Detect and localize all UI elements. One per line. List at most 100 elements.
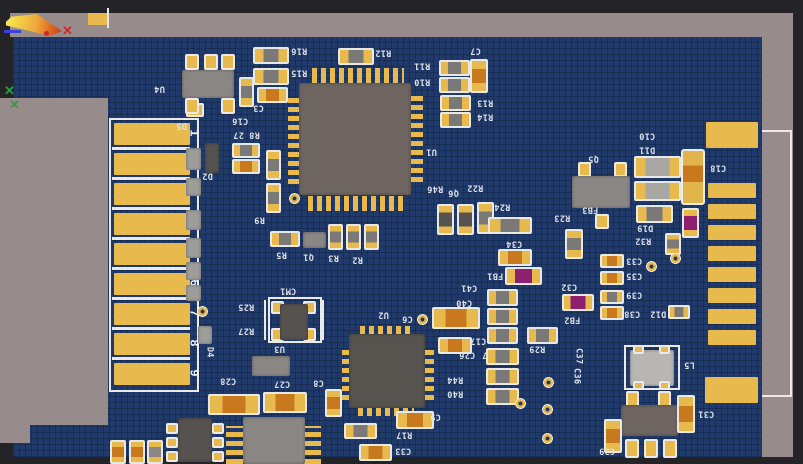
chip-component[interactable] [600,290,624,304]
component-body[interactable] [252,356,290,376]
chip-component[interactable] [677,395,695,433]
designator-label[interactable]: R2 [352,255,363,264]
designator-label[interactable]: R13 [477,98,493,107]
designator-label[interactable]: R15 [291,68,307,77]
component-body[interactable] [186,148,201,170]
chip-component[interactable] [682,208,699,238]
designator-label[interactable]: R16 [291,46,307,55]
designator-label[interactable]: C18 [710,163,726,172]
designator-label[interactable]: C7 [470,46,481,55]
designator-label[interactable]: R10 [414,77,430,86]
smd-pad[interactable] [595,214,609,229]
component-body[interactable] [182,70,234,98]
chip-component[interactable] [439,60,470,76]
designator-label[interactable]: C41 [461,283,477,292]
designator-label[interactable]: U2 [378,310,389,319]
designator-label[interactable]: R24 [494,202,510,211]
designator-label[interactable]: R5 [276,250,287,259]
chip-component[interactable] [263,392,307,413]
designator-label[interactable]: C40 [456,298,472,307]
designator-label[interactable]: R12 [375,48,391,57]
via[interactable] [543,377,554,388]
designator-label[interactable]: D12 [650,309,666,318]
designator-label[interactable]: FB3 [582,205,598,214]
via[interactable] [417,314,428,325]
designator-label[interactable]: D4 [205,347,214,358]
smd-pad[interactable] [114,213,190,235]
chip-component[interactable] [636,205,673,223]
designator-label[interactable]: R17 [396,430,412,439]
component-body[interactable] [621,405,678,436]
ic-pin-row[interactable] [308,196,404,211]
via[interactable] [670,253,681,264]
designator-label[interactable]: R32 [635,236,651,245]
component-body[interactable] [299,83,411,195]
smd-pad[interactable] [221,98,235,114]
chip-component[interactable] [344,423,377,439]
via[interactable] [197,306,208,317]
smd-pad[interactable] [708,204,756,219]
smd-pad[interactable] [114,273,190,295]
via[interactable] [542,404,553,415]
designator-label[interactable]: FB2 [564,315,580,324]
smd-pad[interactable] [663,439,677,458]
smd-pad[interactable] [708,330,756,345]
chip-component[interactable] [440,112,471,128]
component-body[interactable] [303,232,326,248]
designator-label[interactable]: C6 [402,314,413,323]
smd-pad[interactable] [659,381,670,390]
designator-label[interactable]: R22 [467,183,483,192]
chip-component[interactable] [440,95,471,111]
chip-component[interactable] [359,444,392,461]
smd-pad[interactable] [88,13,108,25]
smd-pad[interactable] [614,162,627,177]
component-body[interactable] [349,334,425,408]
chip-component[interactable] [634,181,681,201]
ic-pin-row[interactable] [304,426,321,464]
designator-label[interactable]: L5 [684,360,695,369]
designator-label[interactable]: C26 [459,350,475,359]
smd-pad[interactable] [708,183,756,198]
smd-pad[interactable] [633,345,644,354]
chip-component[interactable] [129,440,145,464]
chip-component[interactable] [346,224,361,250]
smd-pad[interactable] [706,122,758,148]
designator-label[interactable]: C34 [506,239,522,248]
designator-label[interactable]: C17 [470,336,486,345]
ic-pin-row[interactable] [312,68,404,83]
smd-pad[interactable] [166,437,178,448]
designator-label[interactable]: C33 [626,256,642,265]
smd-pad[interactable] [204,54,218,70]
smd-pad[interactable] [166,423,178,434]
chip-component[interactable] [432,307,480,329]
smd-pad[interactable] [578,162,591,177]
designator-label[interactable]: R27 [238,326,254,335]
designator-label[interactable]: FB1 [487,271,503,280]
designator-label[interactable]: U3 [274,344,285,353]
designator-label[interactable]: C29 [599,446,615,455]
smd-pad[interactable] [708,267,756,282]
tantalum-capacitor[interactable] [681,149,705,205]
chip-component[interactable] [487,327,518,344]
component-body[interactable] [186,238,201,258]
chip-component[interactable] [338,48,374,65]
designator-label[interactable]: R46 [427,184,443,193]
designator-label[interactable]: D2 [202,171,213,180]
designator-label[interactable]: Q1 [303,252,314,261]
designator-label[interactable]: D11 [639,145,655,154]
smd-pad[interactable] [212,437,224,448]
smd-pad[interactable] [185,54,199,70]
smd-pad[interactable] [212,423,224,434]
via[interactable] [289,193,300,204]
designator-label[interactable]: R3 [328,253,339,262]
component-body[interactable] [243,417,305,464]
designator-label[interactable]: R25 [238,302,254,311]
designator-label[interactable]: D19 [637,223,653,232]
chip-component[interactable] [634,156,681,178]
designator-label[interactable]: C38 [624,309,640,318]
chip-component[interactable] [208,394,260,415]
smd-pad[interactable] [114,153,190,175]
chip-component[interactable] [257,87,288,103]
chip-component[interactable] [396,411,434,429]
via[interactable] [515,398,526,409]
